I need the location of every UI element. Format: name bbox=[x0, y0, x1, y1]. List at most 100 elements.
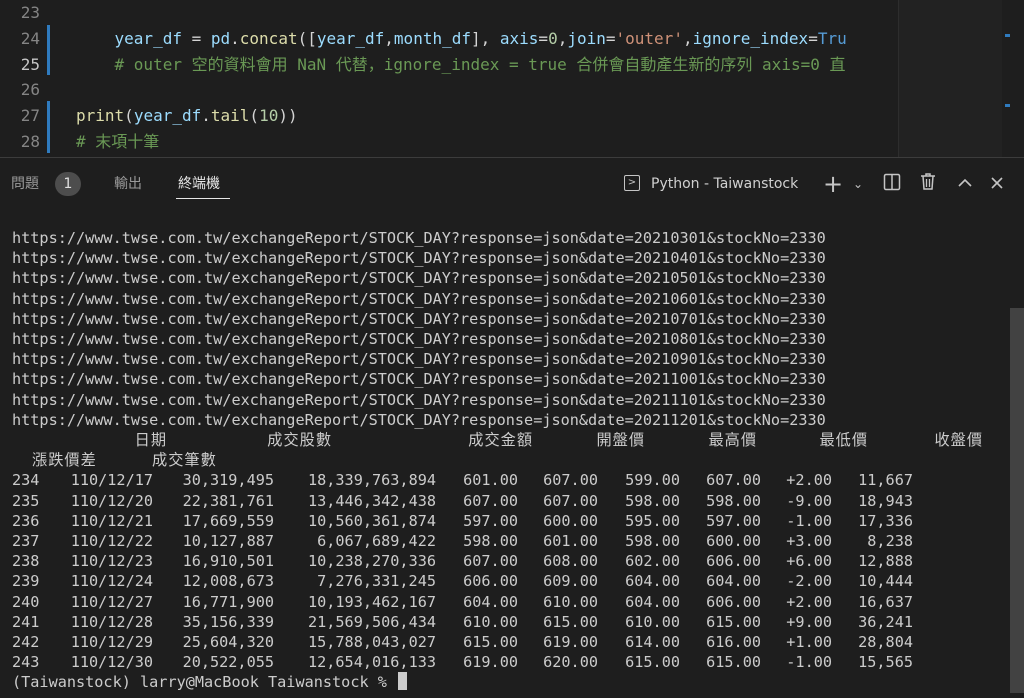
table-cell: 16,771,900 bbox=[182, 592, 274, 611]
chevron-down-icon[interactable]: ⌄ bbox=[845, 171, 871, 197]
trash-icon[interactable] bbox=[915, 171, 941, 197]
table-cell: 30,319,495 bbox=[182, 471, 274, 490]
code-text[interactable]: # 末項十筆 bbox=[76, 129, 159, 155]
code-text[interactable]: year_df = pd.concat([year_df,month_df], … bbox=[76, 26, 847, 52]
tab-output[interactable]: 輸出 bbox=[114, 173, 142, 195]
table-cell: +2.00 bbox=[786, 592, 832, 611]
table-cell: 607.00 bbox=[543, 491, 598, 510]
code-token: year_df bbox=[133, 106, 202, 126]
editor-scrollbar[interactable] bbox=[1004, 0, 1024, 157]
terminal-line: https://www.twse.com.tw/exchangeReport/S… bbox=[12, 289, 826, 308]
terminal-line: https://www.twse.com.tw/exchangeReport/S… bbox=[12, 390, 826, 409]
column-header: 開盤價 bbox=[596, 431, 645, 449]
terminal-line: https://www.twse.com.tw/exchangeReport/S… bbox=[12, 269, 826, 288]
code-line[interactable]: 28 # 末項十筆 bbox=[0, 129, 1024, 155]
terminal-name: Python - Taiwanstock bbox=[651, 176, 799, 192]
table-cell: +9.00 bbox=[786, 612, 832, 631]
table-cell: 10,193,462,167 bbox=[307, 592, 436, 611]
code-token: ([ bbox=[297, 28, 317, 48]
problems-count-badge: 1 bbox=[55, 172, 81, 196]
table-cell: 615.00 bbox=[463, 633, 518, 651]
table-cell: 598.00 bbox=[625, 491, 680, 510]
terminal-output[interactable]: https://www.twse.com.tw/exchangeReport/S… bbox=[0, 228, 1008, 698]
terminal-prompt[interactable]: (Taiwanstock) larry@MacBook Taiwanstock … bbox=[12, 672, 408, 692]
table-cell: +1.00 bbox=[786, 633, 832, 651]
minimap-slider[interactable] bbox=[898, 0, 1002, 157]
table-cell: -2.00 bbox=[786, 572, 832, 591]
table-cell: 18,943 bbox=[858, 491, 913, 510]
code-line[interactable]: 25 # outer 空的資料會用 NaN 代替，ignore_index = … bbox=[0, 52, 1024, 78]
table-cell: 237 bbox=[12, 532, 40, 550]
table-cell: 235 bbox=[12, 491, 40, 510]
code-token: 'outer' bbox=[615, 28, 683, 48]
chevron-up-icon[interactable] bbox=[952, 171, 978, 197]
table-cell: 20,522,055 bbox=[182, 653, 274, 672]
scrollbar-marker bbox=[1005, 104, 1010, 107]
table-cell: +3.00 bbox=[786, 532, 832, 550]
code-token: # 末項十筆 bbox=[76, 132, 160, 151]
table-cell: 243 bbox=[12, 653, 40, 672]
table-cell: 614.00 bbox=[625, 633, 680, 651]
table-cell: 110/12/21 bbox=[70, 511, 153, 530]
table-cell: 110/12/28 bbox=[70, 612, 153, 631]
code-text[interactable]: # outer 空的資料會用 NaN 代替，ignore_index = tru… bbox=[76, 52, 846, 78]
table-cell: 619.00 bbox=[463, 653, 518, 672]
table-cell: 10,238,270,336 bbox=[307, 552, 436, 571]
table-cell: 604.00 bbox=[706, 572, 761, 591]
code-token: pd bbox=[210, 28, 231, 48]
terminal-line: https://www.twse.com.tw/exchangeReport/S… bbox=[12, 370, 826, 389]
terminal-scrollbar-thumb[interactable] bbox=[1010, 308, 1024, 693]
code-line[interactable]: 26 bbox=[0, 77, 1024, 103]
code-line[interactable]: 27 print(year_df.tail(10)) bbox=[0, 103, 1024, 129]
bottom-panel: 問題 1 輸出 終端機 > Python - Taiwanstock + ⌄ h… bbox=[0, 157, 1024, 694]
table-cell: 8,238 bbox=[867, 532, 913, 550]
close-icon[interactable] bbox=[984, 171, 1010, 197]
table-cell: -1.00 bbox=[786, 511, 832, 530]
table-cell: 21,569,506,434 bbox=[307, 612, 436, 631]
code-token: = bbox=[181, 28, 211, 48]
code-line[interactable]: 23 bbox=[0, 0, 1024, 26]
table-cell: 236 bbox=[12, 511, 40, 530]
table-row: 235 110/12/20 22,381,761 13,446,342,438 607.… bbox=[0, 491, 1008, 511]
code-token: month_df bbox=[393, 28, 471, 48]
column-header: 最低價 bbox=[819, 431, 868, 449]
active-tab-indicator bbox=[176, 198, 230, 199]
add-icon[interactable]: + bbox=[820, 171, 846, 197]
column-header: 成交股數 bbox=[267, 431, 332, 449]
table-cell: 607.00 bbox=[543, 471, 598, 490]
table-cell: 110/12/30 bbox=[70, 653, 153, 672]
code-token: ], bbox=[470, 28, 500, 48]
tab-terminal[interactable]: 終端機 bbox=[178, 173, 220, 195]
table-row: 237 110/12/22 10,127,887 6,067,689,422 598.0… bbox=[0, 531, 1008, 551]
table-cell: 600.00 bbox=[706, 532, 761, 550]
code-text[interactable]: print(year_df.tail(10)) bbox=[76, 103, 298, 129]
code-token: Tru bbox=[817, 28, 847, 48]
code-editor[interactable]: 23 24 year_df = pd.concat([year_df,month_… bbox=[0, 0, 1024, 157]
split-icon[interactable] bbox=[879, 171, 905, 197]
line-number: 26 bbox=[20, 80, 40, 100]
table-cell: 110/12/20 bbox=[70, 491, 153, 510]
tab-problems[interactable]: 問題 bbox=[11, 173, 39, 195]
table-cell: 607.00 bbox=[463, 491, 518, 510]
code-token: . bbox=[201, 106, 211, 126]
table-cell: 601.00 bbox=[543, 532, 598, 550]
code-token: axis bbox=[499, 28, 539, 48]
code-line[interactable]: 24 year_df = pd.concat([year_df,month_df… bbox=[0, 26, 1024, 52]
line-number: 24 bbox=[20, 28, 40, 48]
code-token: year_df bbox=[114, 28, 182, 48]
table-cell: 615.00 bbox=[625, 653, 680, 672]
table-cell: 595.00 bbox=[625, 511, 680, 530]
table-cell: 15,788,043,027 bbox=[307, 633, 436, 651]
table-cell: 12,888 bbox=[858, 552, 913, 571]
terminal-line: https://www.twse.com.tw/exchangeReport/S… bbox=[12, 330, 826, 348]
table-cell: 110/12/17 bbox=[70, 471, 153, 490]
column-header: 成交筆數 bbox=[152, 451, 217, 470]
table-cell: -1.00 bbox=[786, 653, 832, 672]
code-token: . bbox=[230, 28, 240, 48]
table-row: 241 110/12/28 35,156,339 21,569,506,434 610.… bbox=[0, 612, 1008, 632]
table-cell: 615.00 bbox=[543, 612, 598, 631]
table-cell: 619.00 bbox=[543, 633, 598, 651]
table-cell: 604.00 bbox=[463, 592, 518, 611]
table-cell: 597.00 bbox=[463, 511, 518, 530]
